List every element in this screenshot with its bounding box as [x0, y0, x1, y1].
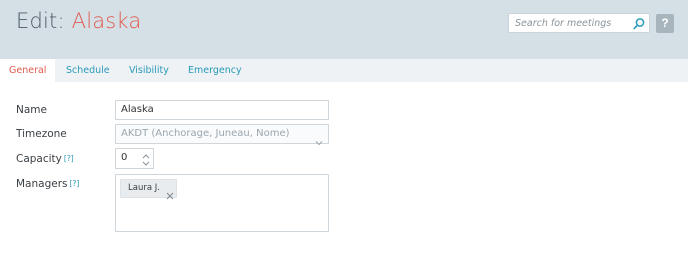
name-field[interactable]: Alaska [115, 100, 329, 120]
capacity-label: Capacity [?] [16, 153, 74, 165]
tab-schedule[interactable]: Schedule [66, 59, 110, 82]
managers-label-text: Managers [16, 178, 68, 190]
name-label: Name [16, 104, 47, 116]
timezone-label: Timezone [16, 128, 67, 140]
managers-label: Managers [?] [16, 178, 79, 190]
capacity-value: 0 [121, 152, 128, 163]
tab-bar: General Schedule Visibility Emergency [0, 59, 688, 82]
stepper-arrows-icon[interactable] [142, 152, 150, 166]
page-title: Edit: Alaska [16, 9, 142, 33]
timezone-value: AKDT (Anchorage, Juneau, Nome) [121, 128, 290, 139]
capacity-label-text: Capacity [16, 153, 62, 165]
page-title-prefix: Edit: [16, 9, 72, 33]
page-header: Edit: Alaska ? [0, 0, 688, 59]
tab-emergency[interactable]: Emergency [188, 59, 242, 82]
manager-tag-label: Laura J. [128, 183, 160, 193]
managers-help-link[interactable]: [?] [70, 179, 80, 188]
search-icon[interactable] [632, 16, 646, 30]
page-title-name: Alaska [71, 9, 142, 33]
chevron-down-icon [315, 131, 323, 146]
close-icon[interactable] [166, 185, 174, 200]
search-input[interactable] [509, 14, 633, 32]
capacity-help-link[interactable]: [?] [64, 154, 74, 163]
capacity-stepper[interactable]: 0 [115, 148, 154, 169]
name-value: Alaska [121, 104, 154, 115]
manager-tag: Laura J. [120, 179, 177, 200]
tab-visibility[interactable]: Visibility [129, 59, 169, 82]
timezone-select[interactable]: AKDT (Anchorage, Juneau, Nome) [115, 124, 329, 146]
help-button[interactable]: ? [656, 14, 674, 33]
meeting-search [508, 13, 650, 33]
tab-general[interactable]: General [0, 59, 56, 82]
